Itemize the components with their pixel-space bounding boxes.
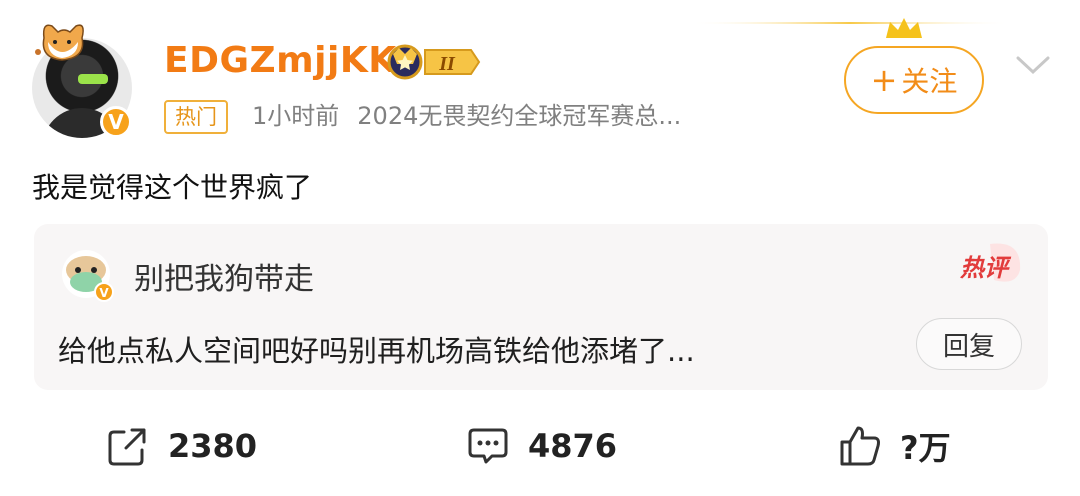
reply-button[interactable]: 回复 <box>916 318 1022 370</box>
share-icon <box>108 428 146 466</box>
comment-text: 给他点私人空间吧好吗别再机场高铁给他添堵了... <box>58 334 695 368</box>
svg-text:V: V <box>99 286 109 300</box>
comment-icon <box>468 428 508 464</box>
like-button[interactable]: ?万 <box>838 424 951 468</box>
comment-button[interactable]: 4876 <box>466 424 617 468</box>
post-text: 我是觉得这个世界疯了 <box>32 171 313 204</box>
post-meta: 1小时前 2024无畏契约全球冠军赛总... <box>252 100 681 132</box>
post-time: 1小时前 <box>252 102 340 130</box>
verified-icon: V <box>100 106 132 138</box>
chevron-down-icon[interactable] <box>1012 50 1054 80</box>
crown-decoration-icon <box>690 18 1010 38</box>
share-count: 2380 <box>168 427 258 465</box>
author-avatar[interactable]: V <box>22 18 142 138</box>
pet-sticker-icon <box>35 24 84 61</box>
share-button[interactable]: 2380 <box>106 424 257 468</box>
author-name[interactable]: EDGZmjjKK <box>164 40 397 81</box>
hot-comment-label: 热评 <box>959 254 1012 282</box>
post-source[interactable]: 2024无畏契约全球冠军赛总... <box>357 102 681 130</box>
follow-label: 关注 <box>901 65 958 98</box>
plus-icon: + <box>870 61 898 99</box>
comment-count: 4876 <box>528 427 618 465</box>
hot-tag: 热门 <box>164 100 228 134</box>
commenter-avatar[interactable]: V <box>58 248 118 304</box>
vip-level: II <box>438 53 456 75</box>
follow-button[interactable]: + 关注 <box>844 46 984 114</box>
commenter-name[interactable]: 别把我狗带走 <box>134 254 314 298</box>
vip-crown-icon: II <box>387 44 481 80</box>
hot-comment-badge: 热评 <box>959 243 1021 282</box>
like-icon <box>840 426 880 466</box>
like-count: ?万 <box>900 429 951 467</box>
